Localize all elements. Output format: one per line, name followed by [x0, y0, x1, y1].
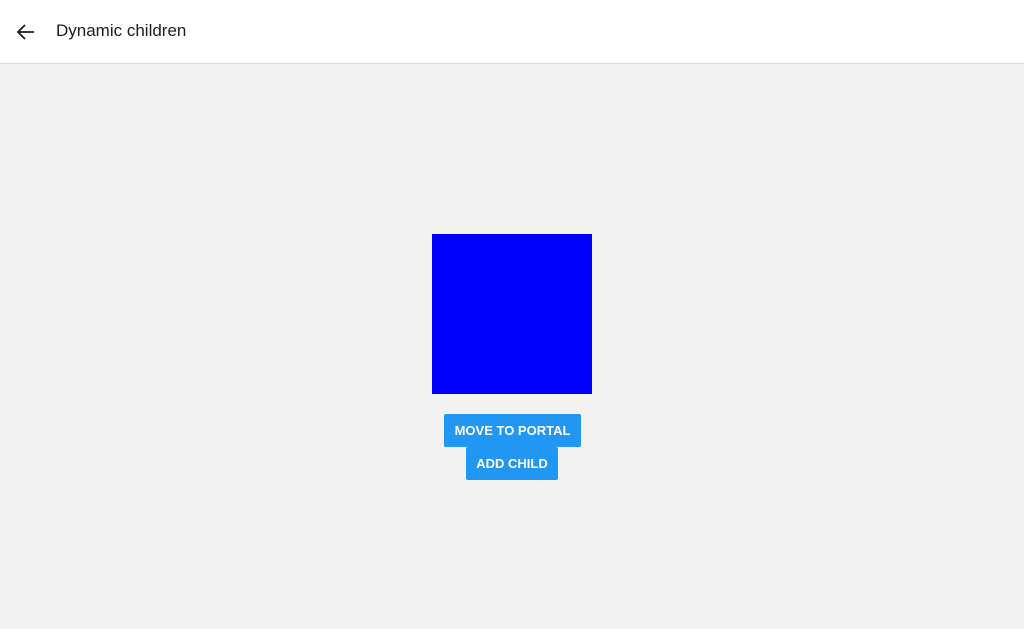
back-button[interactable]: [14, 20, 38, 44]
page-title: Dynamic children: [56, 21, 187, 40]
blue-child-box: [432, 234, 592, 394]
arrow-left-icon: [16, 24, 34, 40]
move-to-portal-button[interactable]: MOVE TO PORTAL: [444, 414, 581, 447]
add-child-button[interactable]: ADD CHILD: [466, 447, 558, 480]
app-header: Dynamic children: [0, 0, 1024, 64]
